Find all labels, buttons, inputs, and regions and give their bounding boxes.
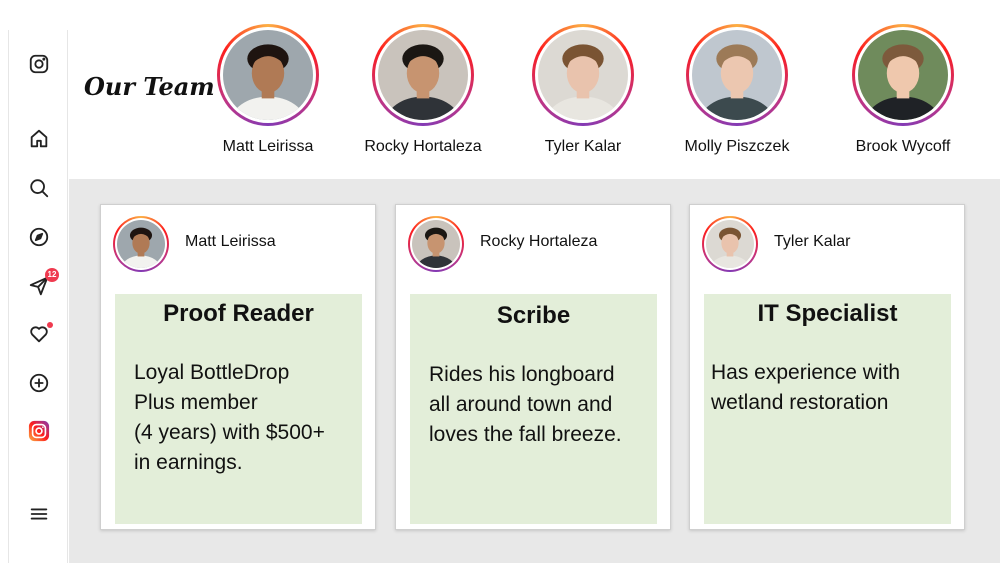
team-member[interactable]: Rocky Hortaleza bbox=[353, 24, 493, 156]
avatar bbox=[692, 30, 782, 120]
avatar bbox=[223, 30, 313, 120]
create-icon[interactable] bbox=[27, 371, 51, 395]
avatar-ring bbox=[217, 24, 319, 126]
avatar bbox=[412, 220, 460, 268]
card-name: Matt Leirissa bbox=[185, 233, 276, 250]
search-icon[interactable] bbox=[27, 176, 51, 200]
card-body: Proof Reader Loyal BottleDrop Plus membe… bbox=[115, 294, 362, 524]
card-description: Loyal BottleDrop Plus member (4 years) w… bbox=[134, 361, 325, 474]
avatar bbox=[538, 30, 628, 120]
card-name: Tyler Kalar bbox=[774, 233, 851, 250]
team-card[interactable]: Rocky Hortaleza Scribe Rides his longboa… bbox=[395, 204, 671, 530]
team-card[interactable]: Matt Leirissa Proof Reader Loyal BottleD… bbox=[100, 204, 376, 530]
team-member[interactable]: Molly Piszczek bbox=[667, 24, 807, 156]
avatar-ring bbox=[852, 24, 954, 126]
card-name: Rocky Hortaleza bbox=[480, 233, 598, 250]
avatar bbox=[706, 220, 754, 268]
card-avatar-ring bbox=[113, 216, 169, 272]
team-card[interactable]: Tyler Kalar IT Specialist Has experience… bbox=[689, 204, 965, 530]
page-title: Our Team bbox=[84, 72, 215, 101]
avatar bbox=[378, 30, 468, 120]
card-body: IT Specialist Has experience with wetlan… bbox=[704, 294, 951, 524]
profile-icon[interactable] bbox=[27, 419, 51, 443]
card-body: Scribe Rides his longboard all around to… bbox=[410, 294, 657, 524]
member-name: Brook Wycoff bbox=[855, 138, 951, 155]
instagram-logo-icon[interactable] bbox=[27, 52, 51, 76]
messages-badge: 12 bbox=[45, 268, 59, 282]
home-icon[interactable] bbox=[27, 127, 51, 151]
avatar-ring bbox=[686, 24, 788, 126]
messages-icon[interactable]: 12 bbox=[27, 268, 59, 298]
notification-dot bbox=[47, 322, 53, 328]
avatar bbox=[858, 30, 948, 120]
team-member[interactable]: Tyler Kalar bbox=[513, 24, 653, 156]
member-name: Molly Piszczek bbox=[684, 138, 790, 155]
card-role: IT Specialist bbox=[757, 300, 898, 327]
card-role: Proof Reader bbox=[163, 300, 314, 327]
card-description: Rides his longboard all around town and … bbox=[429, 363, 622, 446]
card-role: Scribe bbox=[496, 302, 571, 329]
avatar-ring bbox=[372, 24, 474, 126]
card-description: Has experience with wetland restoration bbox=[711, 361, 901, 414]
menu-icon[interactable] bbox=[27, 502, 51, 526]
member-name: Matt Leirissa bbox=[222, 138, 314, 155]
card-avatar-ring bbox=[408, 216, 464, 272]
avatar bbox=[117, 220, 165, 268]
avatar-ring bbox=[532, 24, 634, 126]
team-member[interactable]: Brook Wycoff bbox=[833, 24, 973, 156]
member-name: Rocky Hortaleza bbox=[364, 138, 482, 155]
member-name: Tyler Kalar bbox=[544, 138, 622, 155]
explore-icon[interactable] bbox=[27, 225, 51, 249]
card-avatar-ring bbox=[702, 216, 758, 272]
notifications-heart-icon[interactable] bbox=[27, 322, 53, 346]
team-member[interactable]: Matt Leirissa bbox=[198, 24, 338, 156]
app-window: 12 Our Team Matt Leirissa Rocky Hortalez… bbox=[0, 0, 1000, 563]
content-area: Matt Leirissa Proof Reader Loyal BottleD… bbox=[69, 179, 1000, 563]
sidebar: 12 bbox=[8, 30, 68, 563]
